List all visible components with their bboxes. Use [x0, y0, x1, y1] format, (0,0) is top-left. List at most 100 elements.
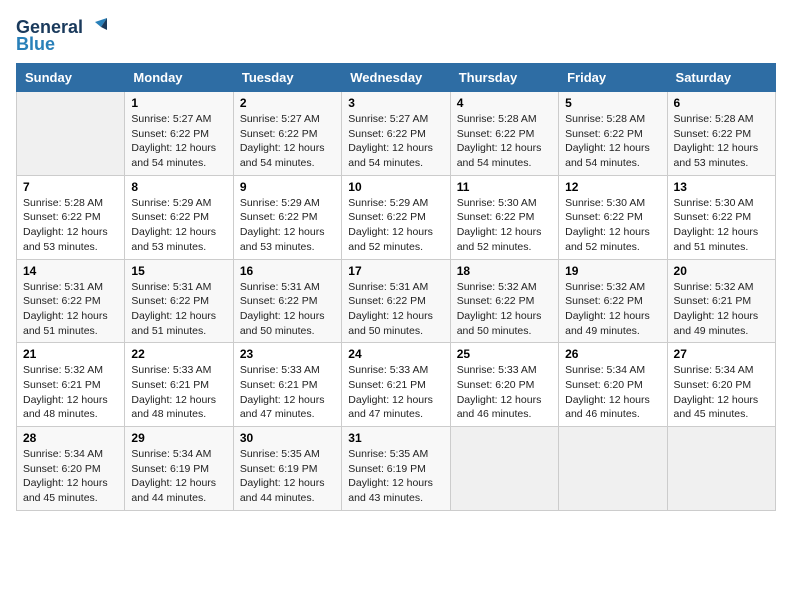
- calendar-cell: [450, 427, 558, 511]
- day-info: Sunrise: 5:28 AM Sunset: 6:22 PM Dayligh…: [457, 112, 552, 171]
- day-number: 20: [674, 264, 769, 278]
- calendar-cell: 15Sunrise: 5:31 AM Sunset: 6:22 PM Dayli…: [125, 259, 233, 343]
- day-number: 30: [240, 431, 335, 445]
- day-info: Sunrise: 5:32 AM Sunset: 6:22 PM Dayligh…: [565, 280, 660, 339]
- calendar-week-row: 1 Sunrise: 5:27 AM Sunset: 6:22 PM Daylig…: [17, 92, 776, 176]
- calendar-week-row: 7 Sunrise: 5:28 AM Sunset: 6:22 PM Daylig…: [17, 175, 776, 259]
- calendar-cell: 6Sunrise: 5:28 AM Sunset: 6:22 PM Daylig…: [667, 92, 775, 176]
- weekday-header-friday: Friday: [559, 64, 667, 92]
- day-info: Sunrise: 5:27 AM Sunset: 6:22 PM Dayligh…: [131, 112, 226, 171]
- weekday-header-wednesday: Wednesday: [342, 64, 450, 92]
- logo: General Blue: [16, 16, 107, 55]
- calendar-cell: 21Sunrise: 5:32 AM Sunset: 6:21 PM Dayli…: [17, 343, 125, 427]
- day-info: Sunrise: 5:31 AM Sunset: 6:22 PM Dayligh…: [348, 280, 443, 339]
- calendar-cell: 9Sunrise: 5:29 AM Sunset: 6:22 PM Daylig…: [233, 175, 341, 259]
- calendar-cell: 13 Sunrise: 5:30 AM Sunset: 6:22 PM Dayli…: [667, 175, 775, 259]
- calendar-week-row: 14 Sunrise: 5:31 AM Sunset: 6:22 PM Dayli…: [17, 259, 776, 343]
- day-info: Sunrise: 5:34 AM Sunset: 6:20 PM Dayligh…: [23, 447, 118, 506]
- calendar-cell: 3 Sunrise: 5:27 AM Sunset: 6:22 PM Daylig…: [342, 92, 450, 176]
- day-number: 31: [348, 431, 443, 445]
- calendar-cell: 17Sunrise: 5:31 AM Sunset: 6:22 PM Dayli…: [342, 259, 450, 343]
- calendar-cell: 14Sunrise: 5:31 AM Sunset: 6:22 PM Dayli…: [17, 259, 125, 343]
- logo-blue: Blue: [16, 34, 55, 55]
- calendar-cell: 12 Sunrise: 5:30 AM Sunset: 6:22 PM Dayli…: [559, 175, 667, 259]
- calendar-cell: [559, 427, 667, 511]
- day-number: 24: [348, 347, 443, 361]
- day-number: 22: [131, 347, 226, 361]
- calendar-cell: 18 Sunrise: 5:32 AM Sunset: 6:22 PM Dayli…: [450, 259, 558, 343]
- calendar-cell: 28 Sunrise: 5:34 AM Sunset: 6:20 PM Dayli…: [17, 427, 125, 511]
- calendar-cell: 5 Sunrise: 5:28 AM Sunset: 6:22 PM Daylig…: [559, 92, 667, 176]
- day-info: Sunrise: 5:34 AM Sunset: 6:20 PM Dayligh…: [565, 363, 660, 422]
- weekday-header-sunday: Sunday: [17, 64, 125, 92]
- calendar-cell: 26 Sunrise: 5:34 AM Sunset: 6:20 PM Dayli…: [559, 343, 667, 427]
- day-number: 13: [674, 180, 769, 194]
- calendar-cell: [17, 92, 125, 176]
- calendar-week-row: 28 Sunrise: 5:34 AM Sunset: 6:20 PM Dayli…: [17, 427, 776, 511]
- day-info: Sunrise: 5:30 AM Sunset: 6:22 PM Dayligh…: [565, 196, 660, 255]
- day-number: 21: [23, 347, 118, 361]
- calendar-cell: 31Sunrise: 5:35 AM Sunset: 6:19 PM Dayli…: [342, 427, 450, 511]
- day-info: Sunrise: 5:27 AM Sunset: 6:22 PM Dayligh…: [348, 112, 443, 171]
- day-number: 16: [240, 264, 335, 278]
- day-number: 12: [565, 180, 660, 194]
- weekday-header-monday: Monday: [125, 64, 233, 92]
- day-info: Sunrise: 5:28 AM Sunset: 6:22 PM Dayligh…: [565, 112, 660, 171]
- calendar-cell: 7 Sunrise: 5:28 AM Sunset: 6:22 PM Daylig…: [17, 175, 125, 259]
- day-info: Sunrise: 5:32 AM Sunset: 6:21 PM Dayligh…: [674, 280, 769, 339]
- calendar-cell: 16 Sunrise: 5:31 AM Sunset: 6:22 PM Dayli…: [233, 259, 341, 343]
- day-number: 15: [131, 264, 226, 278]
- day-number: 2: [240, 96, 335, 110]
- day-info: Sunrise: 5:31 AM Sunset: 6:22 PM Dayligh…: [240, 280, 335, 339]
- day-number: 11: [457, 180, 552, 194]
- day-info: Sunrise: 5:35 AM Sunset: 6:19 PM Dayligh…: [240, 447, 335, 506]
- calendar-cell: 1 Sunrise: 5:27 AM Sunset: 6:22 PM Daylig…: [125, 92, 233, 176]
- weekday-header-row: SundayMondayTuesdayWednesdayThursdayFrid…: [17, 64, 776, 92]
- calendar-cell: 10 Sunrise: 5:29 AM Sunset: 6:22 PM Dayli…: [342, 175, 450, 259]
- calendar-week-row: 21Sunrise: 5:32 AM Sunset: 6:21 PM Dayli…: [17, 343, 776, 427]
- day-number: 5: [565, 96, 660, 110]
- day-info: Sunrise: 5:29 AM Sunset: 6:22 PM Dayligh…: [240, 196, 335, 255]
- day-info: Sunrise: 5:29 AM Sunset: 6:22 PM Dayligh…: [131, 196, 226, 255]
- day-number: 3: [348, 96, 443, 110]
- day-info: Sunrise: 5:29 AM Sunset: 6:22 PM Dayligh…: [348, 196, 443, 255]
- day-info: Sunrise: 5:33 AM Sunset: 6:21 PM Dayligh…: [240, 363, 335, 422]
- calendar-cell: 20 Sunrise: 5:32 AM Sunset: 6:21 PM Dayli…: [667, 259, 775, 343]
- calendar-cell: 24 Sunrise: 5:33 AM Sunset: 6:21 PM Dayli…: [342, 343, 450, 427]
- day-info: Sunrise: 5:28 AM Sunset: 6:22 PM Dayligh…: [23, 196, 118, 255]
- day-number: 14: [23, 264, 118, 278]
- day-info: Sunrise: 5:34 AM Sunset: 6:19 PM Dayligh…: [131, 447, 226, 506]
- day-info: Sunrise: 5:32 AM Sunset: 6:22 PM Dayligh…: [457, 280, 552, 339]
- day-info: Sunrise: 5:33 AM Sunset: 6:21 PM Dayligh…: [348, 363, 443, 422]
- day-number: 6: [674, 96, 769, 110]
- calendar-cell: 11 Sunrise: 5:30 AM Sunset: 6:22 PM Dayli…: [450, 175, 558, 259]
- calendar-cell: 2Sunrise: 5:27 AM Sunset: 6:22 PM Daylig…: [233, 92, 341, 176]
- calendar-cell: 30 Sunrise: 5:35 AM Sunset: 6:19 PM Dayli…: [233, 427, 341, 511]
- calendar-cell: 22Sunrise: 5:33 AM Sunset: 6:21 PM Dayli…: [125, 343, 233, 427]
- day-number: 19: [565, 264, 660, 278]
- weekday-header-thursday: Thursday: [450, 64, 558, 92]
- calendar-cell: 27Sunrise: 5:34 AM Sunset: 6:20 PM Dayli…: [667, 343, 775, 427]
- header: General Blue: [16, 16, 776, 55]
- calendar-cell: 19 Sunrise: 5:32 AM Sunset: 6:22 PM Dayli…: [559, 259, 667, 343]
- day-number: 1: [131, 96, 226, 110]
- day-number: 18: [457, 264, 552, 278]
- day-number: 10: [348, 180, 443, 194]
- weekday-header-tuesday: Tuesday: [233, 64, 341, 92]
- logo-bird-icon: [85, 16, 107, 38]
- day-number: 8: [131, 180, 226, 194]
- calendar-cell: 29Sunrise: 5:34 AM Sunset: 6:19 PM Dayli…: [125, 427, 233, 511]
- day-info: Sunrise: 5:30 AM Sunset: 6:22 PM Dayligh…: [457, 196, 552, 255]
- calendar-cell: 23 Sunrise: 5:33 AM Sunset: 6:21 PM Dayli…: [233, 343, 341, 427]
- day-number: 25: [457, 347, 552, 361]
- day-number: 4: [457, 96, 552, 110]
- calendar-table: SundayMondayTuesdayWednesdayThursdayFrid…: [16, 63, 776, 511]
- day-info: Sunrise: 5:30 AM Sunset: 6:22 PM Dayligh…: [674, 196, 769, 255]
- day-number: 23: [240, 347, 335, 361]
- day-number: 28: [23, 431, 118, 445]
- calendar-cell: 25Sunrise: 5:33 AM Sunset: 6:20 PM Dayli…: [450, 343, 558, 427]
- calendar-cell: 8 Sunrise: 5:29 AM Sunset: 6:22 PM Daylig…: [125, 175, 233, 259]
- day-info: Sunrise: 5:34 AM Sunset: 6:20 PM Dayligh…: [674, 363, 769, 422]
- day-number: 26: [565, 347, 660, 361]
- day-number: 7: [23, 180, 118, 194]
